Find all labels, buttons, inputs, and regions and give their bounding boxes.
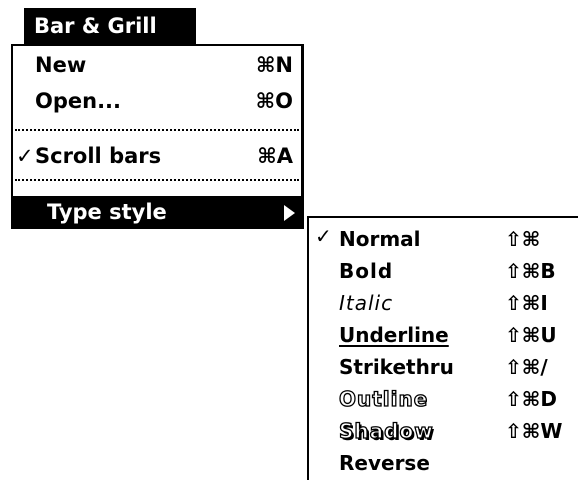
shortcut-label: ⌘A	[257, 144, 293, 168]
checkmark-icon: ✓	[315, 224, 332, 248]
submenu-item-label: Italic	[339, 291, 394, 315]
submenu-item-label: Shadow	[338, 418, 434, 443]
submenu-item-label: Underline	[339, 323, 449, 347]
bar-and-grill-menu: New ⌘N Open... ⌘O ✓ Scroll bars ⌘A Type …	[11, 44, 304, 229]
shortcut-label: ⌘O	[255, 89, 293, 113]
type-style-submenu: ✓ Normal ⇧⌘ Bold ⇧⌘B Italic ⇧⌘I Underlin…	[307, 216, 578, 480]
submenu-item-label: Normal	[339, 227, 421, 251]
submenu-item-label: Outline	[338, 386, 429, 411]
shortcut-label: ⇧⌘U	[505, 323, 557, 347]
submenu-item-underline[interactable]: Underline ⇧⌘U	[309, 320, 578, 351]
menu-item-scroll-bars[interactable]: ✓ Scroll bars ⌘A	[13, 139, 301, 173]
submenu-item-normal[interactable]: ✓ Normal ⇧⌘	[309, 224, 578, 255]
menu-item-label: New	[35, 53, 87, 77]
menu-item-label: Type style	[47, 200, 167, 224]
menu-item-open[interactable]: Open... ⌘O	[13, 84, 301, 118]
menu-item-type-style[interactable]: Type style	[13, 196, 301, 228]
menu-bar-title-bar-and-grill[interactable]: Bar & Grill	[24, 8, 196, 44]
submenu-item-italic[interactable]: Italic ⇧⌘I	[309, 288, 578, 319]
menu-title-label: Bar & Grill	[34, 14, 157, 38]
shortcut-label: ⇧⌘	[505, 227, 541, 251]
shortcut-label: ⇧⌘/	[505, 355, 548, 379]
menu-item-new[interactable]: New ⌘N	[13, 48, 301, 82]
checkmark-icon: ✓	[16, 144, 34, 168]
shortcut-label: ⌘N	[255, 53, 293, 77]
shortcut-label: ⇧⌘B	[505, 259, 556, 283]
menu-separator	[15, 179, 299, 181]
shortcut-label: ⇧⌘W	[505, 419, 563, 443]
shortcut-label: ⇧⌘I	[505, 291, 548, 315]
submenu-item-strikethru[interactable]: Strikethru ⇧⌘/	[309, 352, 578, 383]
submenu-item-label: Reverse	[339, 451, 430, 475]
menu-item-label: Open...	[35, 89, 122, 113]
submenu-arrow-icon	[284, 205, 295, 221]
submenu-item-shadow[interactable]: Shadow ⇧⌘W	[309, 416, 578, 447]
submenu-item-label: Bold	[339, 259, 394, 283]
submenu-item-label: Strikethru	[339, 355, 454, 379]
menu-separator	[15, 129, 299, 131]
submenu-item-reverse[interactable]: Reverse	[309, 448, 578, 479]
submenu-item-bold[interactable]: Bold ⇧⌘B	[309, 256, 578, 287]
menu-item-label: Scroll bars	[35, 144, 162, 168]
shortcut-label: ⇧⌘D	[505, 387, 557, 411]
submenu-item-outline[interactable]: Outline ⇧⌘D	[309, 384, 578, 415]
